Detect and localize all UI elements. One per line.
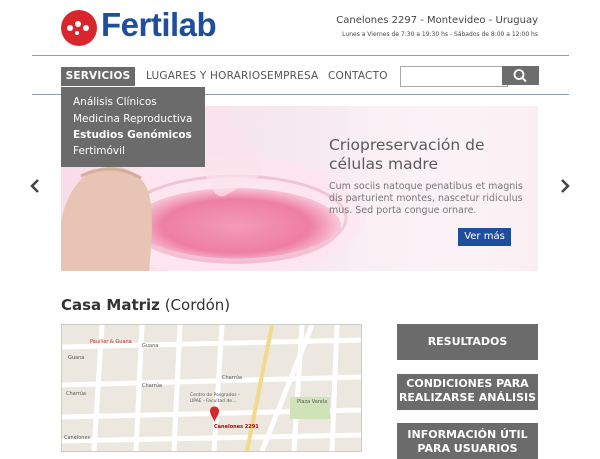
map-label: Charrúa <box>222 375 242 381</box>
chevron-right-icon <box>561 179 570 193</box>
logo-mark[interactable] <box>61 10 97 46</box>
logo-dot <box>83 25 89 31</box>
nav-lugares-horarios[interactable]: LUGARES Y HORARIOS <box>146 67 267 86</box>
search-input[interactable] <box>400 66 508 87</box>
slider-next-arrow[interactable] <box>554 176 574 196</box>
brand-name[interactable]: Fertilab <box>101 6 217 44</box>
chevron-left-icon <box>30 179 39 193</box>
map-label: Guana <box>68 355 85 361</box>
logo-dot <box>75 31 79 35</box>
condiciones-button[interactable]: CONDICIONES PARA REALIZARSE ANÁLISIS <box>397 374 538 410</box>
logo-dot <box>67 25 73 31</box>
servicios-dropdown: Análisis Clínicos Medicina Reproductiva … <box>61 87 205 167</box>
search-button[interactable] <box>502 66 539 85</box>
hero-more-button[interactable]: Ver más <box>458 228 511 246</box>
map-label: Charrúa <box>142 383 162 389</box>
map-label: Guana <box>142 343 159 349</box>
location-subtitle: (Cordón) <box>164 296 231 314</box>
map-label: Canelones <box>64 435 91 441</box>
hero-text: Cum sociis natoque penatibus et magnis d… <box>329 181 523 216</box>
informacion-util-button[interactable]: INFORMACIÓN ÚTIL PARA USUARIOS <box>397 423 538 459</box>
map-label: Centro de Posgrados - UPAE - Facultad de… <box>190 393 240 404</box>
hero-title: Criopreservación de células madre <box>329 136 485 173</box>
nav-servicios[interactable]: SERVICIOS <box>61 67 135 86</box>
dropdown-item-medicina[interactable]: Medicina Reproductiva <box>73 113 192 125</box>
location-map[interactable]: Paullier & Guana Guana Guana Charrúa Cha… <box>61 324 362 452</box>
dropdown-item-fertimovil[interactable]: Fertimóvil <box>73 145 125 157</box>
map-label: Charrúa <box>66 391 86 397</box>
map-label: Paullier & Guana <box>90 339 132 345</box>
dropdown-item-analisis[interactable]: Análisis Clínicos <box>73 96 157 108</box>
slider-prev-arrow[interactable] <box>26 176 46 196</box>
resultados-button[interactable]: RESULTADOS <box>397 324 538 360</box>
map-label: Plaza Varela <box>297 399 328 405</box>
map-pin-label: Canelones 2291 <box>214 424 259 430</box>
location-name: Casa Matriz <box>61 296 160 314</box>
nav-empresa[interactable]: EMPRESA <box>267 67 318 86</box>
nav-contacto[interactable]: CONTACTO <box>328 67 388 86</box>
header-address: Canelones 2297 - Montevideo - Uruguay <box>336 15 538 26</box>
search-icon <box>513 69 527 83</box>
dropdown-item-genomicos[interactable]: Estudios Genómicos <box>73 129 192 141</box>
header-divider <box>32 55 569 56</box>
logo-dot <box>75 21 81 27</box>
location-title: Casa Matriz (Cordón) <box>61 296 230 314</box>
header-hours: Lunes a Viernes de 7:30 a 19:30 hs - Sáb… <box>342 31 538 38</box>
